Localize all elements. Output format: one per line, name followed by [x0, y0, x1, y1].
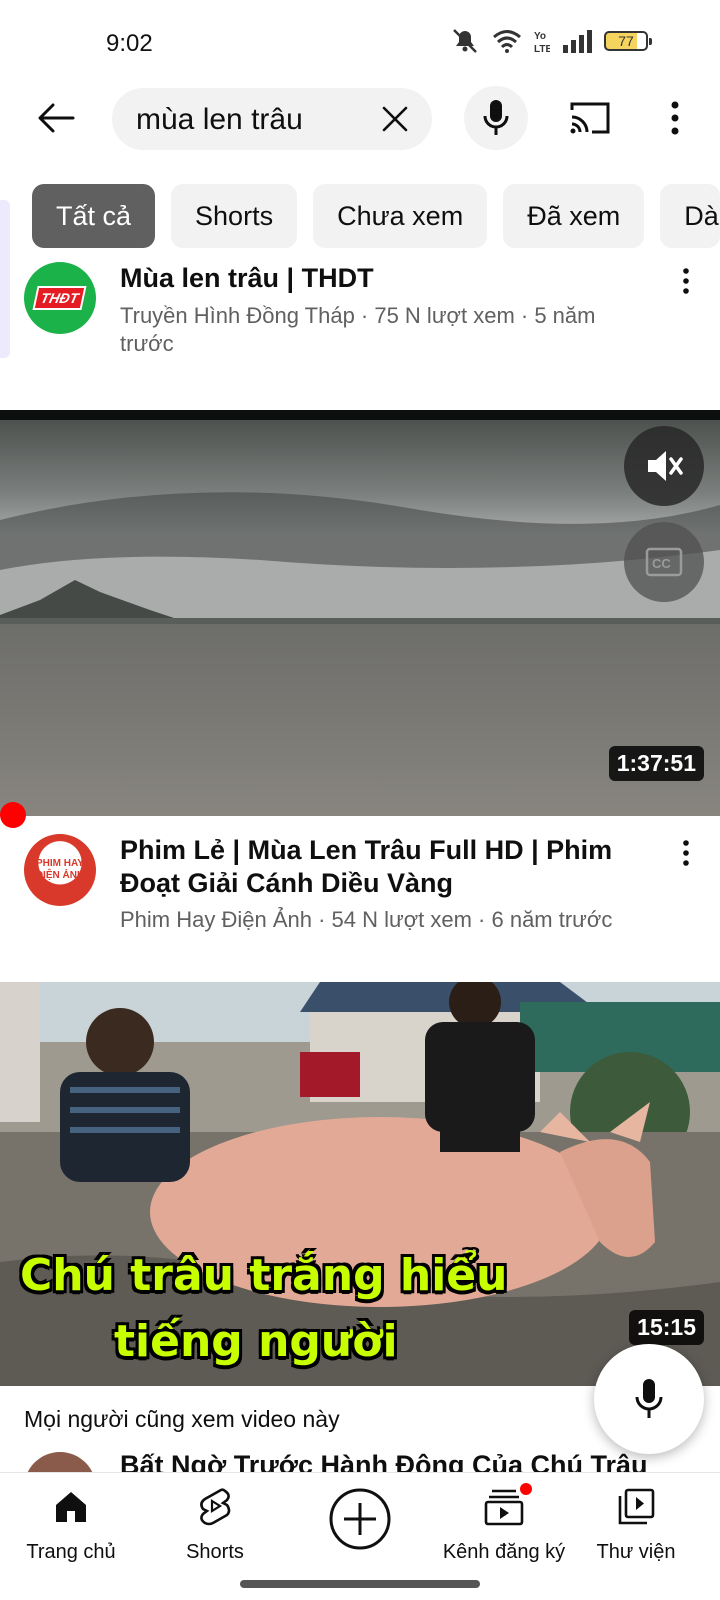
playback-progress-dot[interactable] — [0, 802, 26, 828]
mute-icon — [453, 29, 477, 53]
nav-shorts[interactable]: Shorts — [140, 1485, 290, 1564]
svg-text:CC: CC — [652, 556, 671, 571]
chip-all[interactable]: Tất cả — [32, 184, 156, 248]
status-bar: 9:02 Yo LTE 77 — [0, 0, 720, 88]
video-duration: 1:37:51 — [608, 746, 704, 781]
subscriptions-icon — [482, 1481, 534, 1529]
nav-subscriptions[interactable]: Kênh đăng ký — [429, 1481, 579, 1564]
chip-watched[interactable]: Đã xem — [503, 184, 645, 248]
library-icon — [614, 1485, 658, 1529]
battery-level: 77 — [618, 33, 634, 49]
chip-unwatched[interactable]: Chưa xem — [313, 184, 488, 248]
signal-icon — [563, 30, 592, 53]
more-options-button[interactable] — [660, 98, 690, 138]
back-button[interactable] — [34, 98, 78, 138]
add-icon — [328, 1487, 392, 1551]
chip-more[interactable]: Dà — [660, 184, 720, 248]
video-thumbnail-1[interactable]: CC 1:37:51 — [0, 410, 720, 816]
nav-create[interactable] — [285, 1487, 435, 1551]
video-meta: Phim Hay Điện Ảnh · 54 N lượt xem · 6 nă… — [120, 907, 613, 932]
volume-off-icon — [648, 451, 683, 481]
status-time: 9:02 — [106, 30, 153, 57]
more-vert-icon — [683, 840, 689, 866]
search-input[interactable]: mùa len trâu — [112, 88, 432, 150]
video-duration: 15:15 — [629, 1310, 704, 1345]
related-section-label: Mọi người cũng xem video này — [24, 1406, 340, 1432]
microphone-icon — [635, 1379, 663, 1418]
arrow-left-icon — [38, 103, 75, 133]
channel-avatar-thdt[interactable]: THĐT — [24, 262, 96, 334]
video-menu-button[interactable] — [674, 264, 698, 298]
voice-search-button[interactable] — [464, 86, 528, 150]
video-title[interactable]: Mùa len trâu | THDT — [120, 262, 660, 295]
notification-dot — [518, 1481, 534, 1497]
microphone-icon — [483, 100, 509, 135]
cast-icon — [570, 102, 610, 134]
captions-button[interactable]: CC — [624, 522, 704, 602]
clear-search-button[interactable] — [380, 104, 410, 134]
svg-text:LTE: LTE — [534, 44, 550, 54]
video-thumbnail-2[interactable]: Chú trâu trắng hiểu tiếng người 15:15 — [0, 982, 720, 1386]
avatar-logo-text: THĐT — [32, 286, 88, 310]
nav-shorts-label: Shorts — [186, 1541, 244, 1563]
svg-text:Yo: Yo — [534, 31, 546, 42]
search-query[interactable]: mùa len trâu — [136, 103, 303, 137]
more-vert-icon — [671, 101, 679, 135]
video-title[interactable]: Phim Lẻ | Mùa Len Trâu Full HD | Phim Đo… — [120, 834, 660, 900]
left-edge-accent — [0, 200, 10, 358]
volte-icon: Yo LTE — [534, 31, 550, 54]
video-meta: Truyền Hình Đồng Tháp · 75 N lượt xem · … — [120, 303, 596, 356]
closed-captions-icon: CC — [645, 547, 683, 577]
cast-button[interactable] — [568, 100, 612, 136]
nav-library-label: Thư viện — [596, 1541, 676, 1563]
wifi-icon — [493, 30, 521, 53]
chip-shorts[interactable]: Shorts — [171, 184, 298, 248]
nav-home-label: Trang chủ — [26, 1541, 116, 1563]
battery-icon: 77 — [604, 31, 652, 51]
home-indicator[interactable] — [240, 1580, 480, 1588]
filter-chips: Tất cả Shorts Chưa xem Đã xem Dà — [32, 184, 720, 248]
avatar-logo-text: PHIM HAY ĐIỆN ẢNH — [35, 858, 85, 881]
home-icon — [49, 1485, 93, 1529]
nav-library[interactable]: Thư viện — [561, 1485, 711, 1564]
thumbnail-caption-line-1: Chú trâu trắng hiểu — [20, 1250, 508, 1301]
close-icon — [382, 106, 408, 132]
status-icons: Yo LTE 77 — [450, 28, 652, 54]
shorts-icon — [193, 1485, 237, 1529]
thumbnail-caption-line-2: tiếng người — [114, 1316, 398, 1367]
floating-voice-button[interactable] — [594, 1344, 704, 1454]
mute-toggle-button[interactable] — [624, 426, 704, 506]
nav-home[interactable]: Trang chủ — [0, 1485, 146, 1564]
more-vert-icon — [683, 268, 689, 294]
channel-avatar-phim-hay[interactable]: PHIM HAY ĐIỆN ẢNH — [24, 834, 96, 906]
nav-subscriptions-label: Kênh đăng ký — [442, 1541, 566, 1563]
video-menu-button[interactable] — [674, 836, 698, 870]
search-header: mùa len trâu — [0, 86, 720, 150]
